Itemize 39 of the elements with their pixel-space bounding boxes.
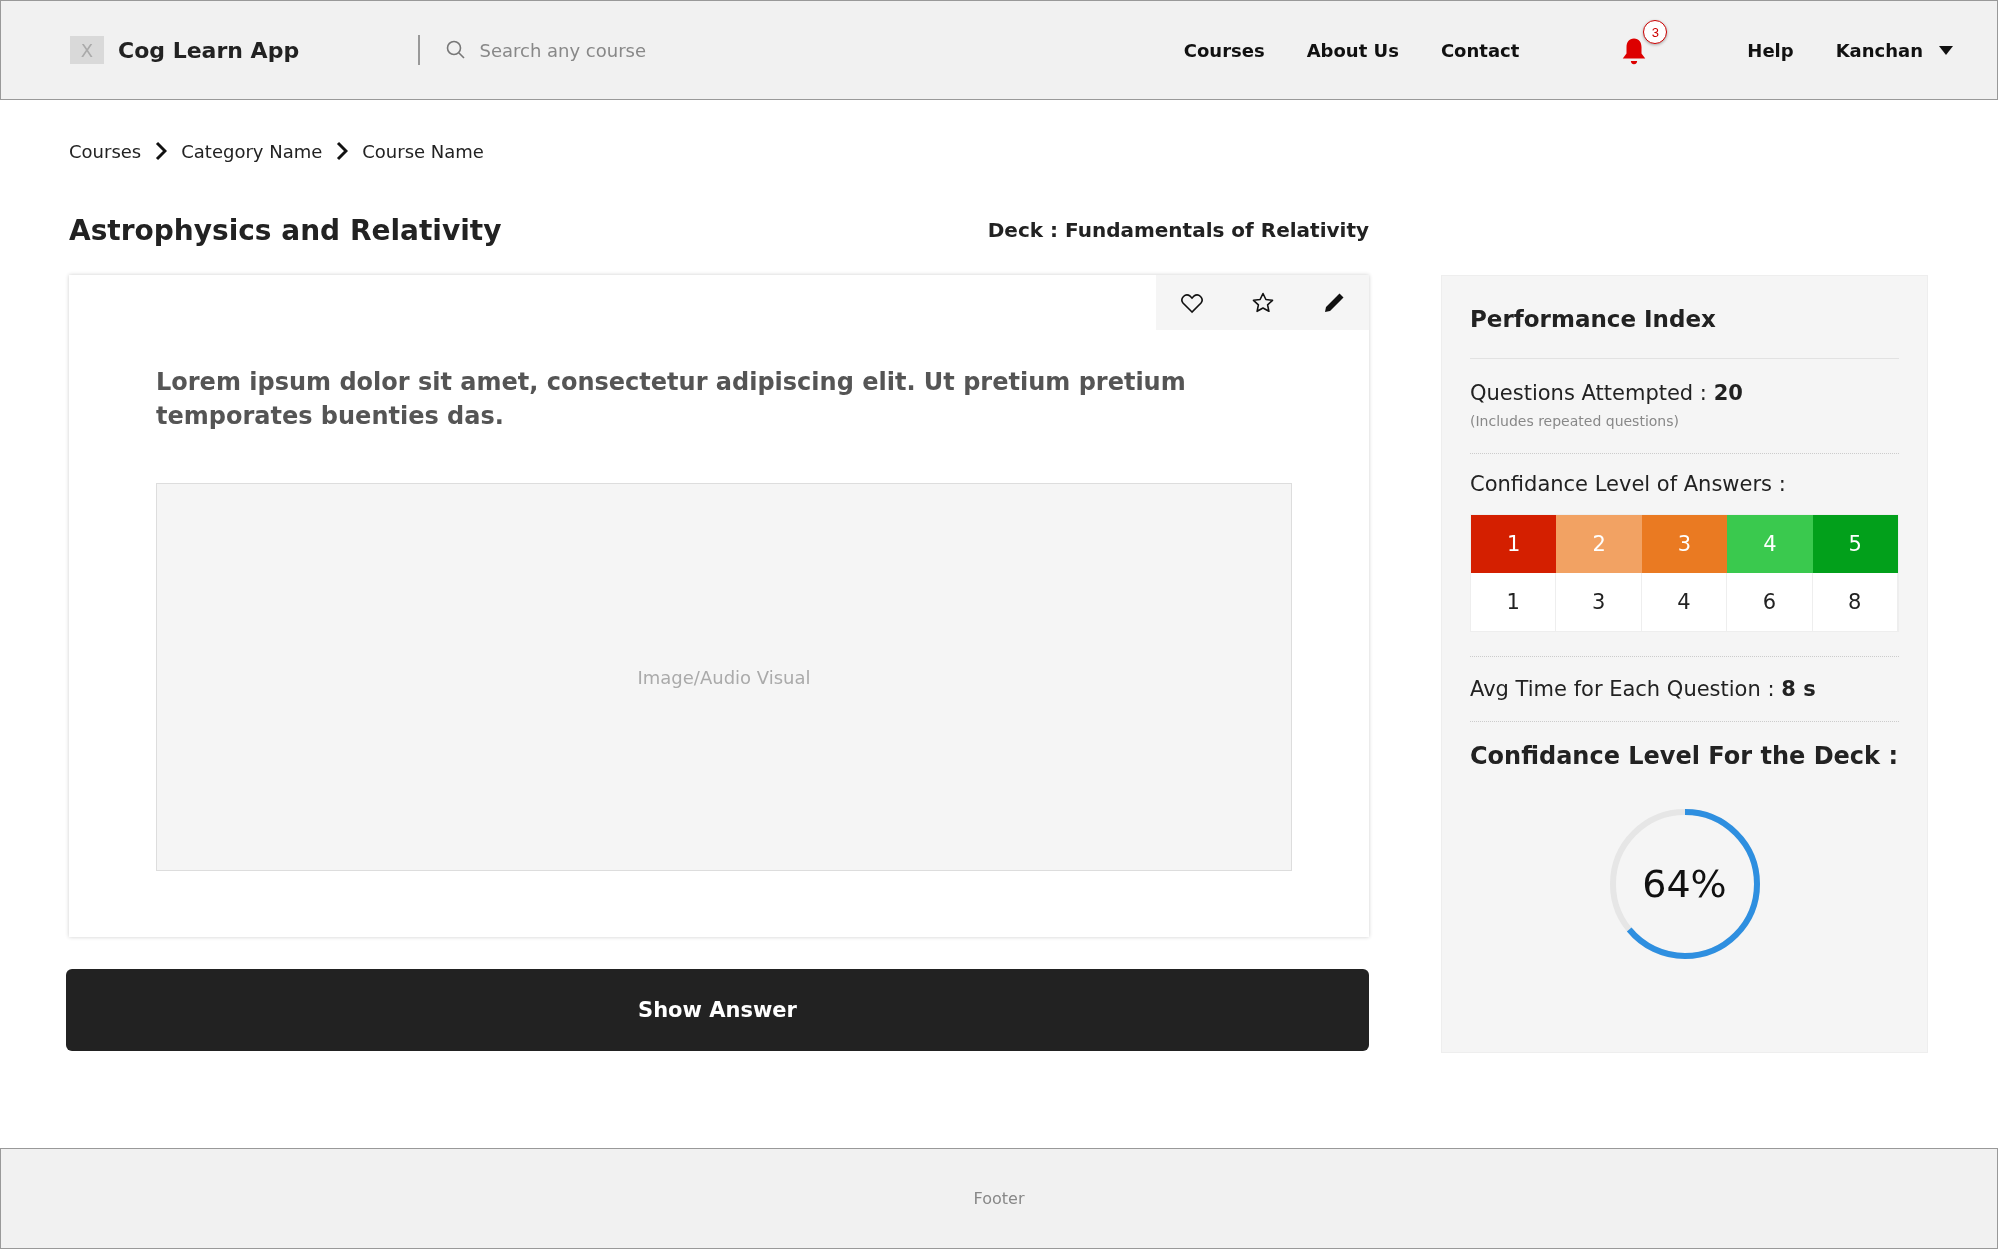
chevron-right-icon (336, 141, 349, 161)
level-header: 2 (1556, 515, 1642, 573)
footer-text: Footer (973, 1189, 1025, 1208)
media-label: Image/Audio Visual (637, 666, 811, 688)
level-count: 4 (1641, 573, 1728, 631)
level-count: 6 (1727, 573, 1813, 631)
search-icon (445, 40, 466, 60)
breadcrumb-link[interactable]: Course Name (362, 140, 484, 162)
question-text: Lorem ipsum dolor sit amet, consectetur adipiscing elit. Ut pretium pretium temporates buenties das. (156, 367, 1187, 432)
confidence-label: Confidance Level of Answers : (1470, 472, 1787, 496)
course-title: Astrophysics and Relativity (69, 213, 502, 247)
search-field[interactable]: Search any course (477, 38, 782, 62)
app-name: Cog Learn App (118, 37, 301, 63)
notifications-button[interactable]: 3 (1619, 20, 1668, 66)
questions-attempted: Questions Attempted : 20 (1470, 381, 1744, 405)
caret-down-icon (1939, 45, 1953, 55)
nav-link[interactable]: Courses (1183, 39, 1265, 61)
level-header: 1 (1471, 515, 1557, 573)
nav-link[interactable]: About Us (1306, 39, 1399, 61)
level-count: 8 (1812, 573, 1898, 631)
breadcrumb-link[interactable]: Category Name (181, 140, 323, 162)
panel-title: Performance Index (1470, 306, 1717, 334)
level-header: 5 (1812, 515, 1898, 573)
level-count: 1 (1471, 573, 1557, 631)
stat-note: (Includes repeated questions) (1470, 413, 1680, 429)
breadcrumb-link[interactable]: Courses (69, 140, 142, 162)
average-time: Avg Time for Each Question : 8 s (1470, 677, 1817, 701)
level-header: 3 (1641, 515, 1728, 573)
deck-confidence-label: Confidance Level For the Deck : (1470, 742, 1899, 770)
nav-link[interactable]: Contact (1440, 39, 1520, 61)
user-menu[interactable]: Kanchan (1835, 39, 1953, 61)
show-answer-button[interactable]: Show Answer (66, 969, 1369, 1051)
nav-link[interactable]: Help (1747, 39, 1794, 61)
notification-badge: 3 (1643, 20, 1668, 44)
confidence-percent: 64% (1642, 862, 1727, 906)
level-header: 4 (1727, 515, 1813, 573)
chevron-right-icon (155, 141, 168, 161)
deck-name: Deck : Fundamentals of Relativity (987, 218, 1369, 242)
level-count: 3 (1556, 573, 1642, 631)
